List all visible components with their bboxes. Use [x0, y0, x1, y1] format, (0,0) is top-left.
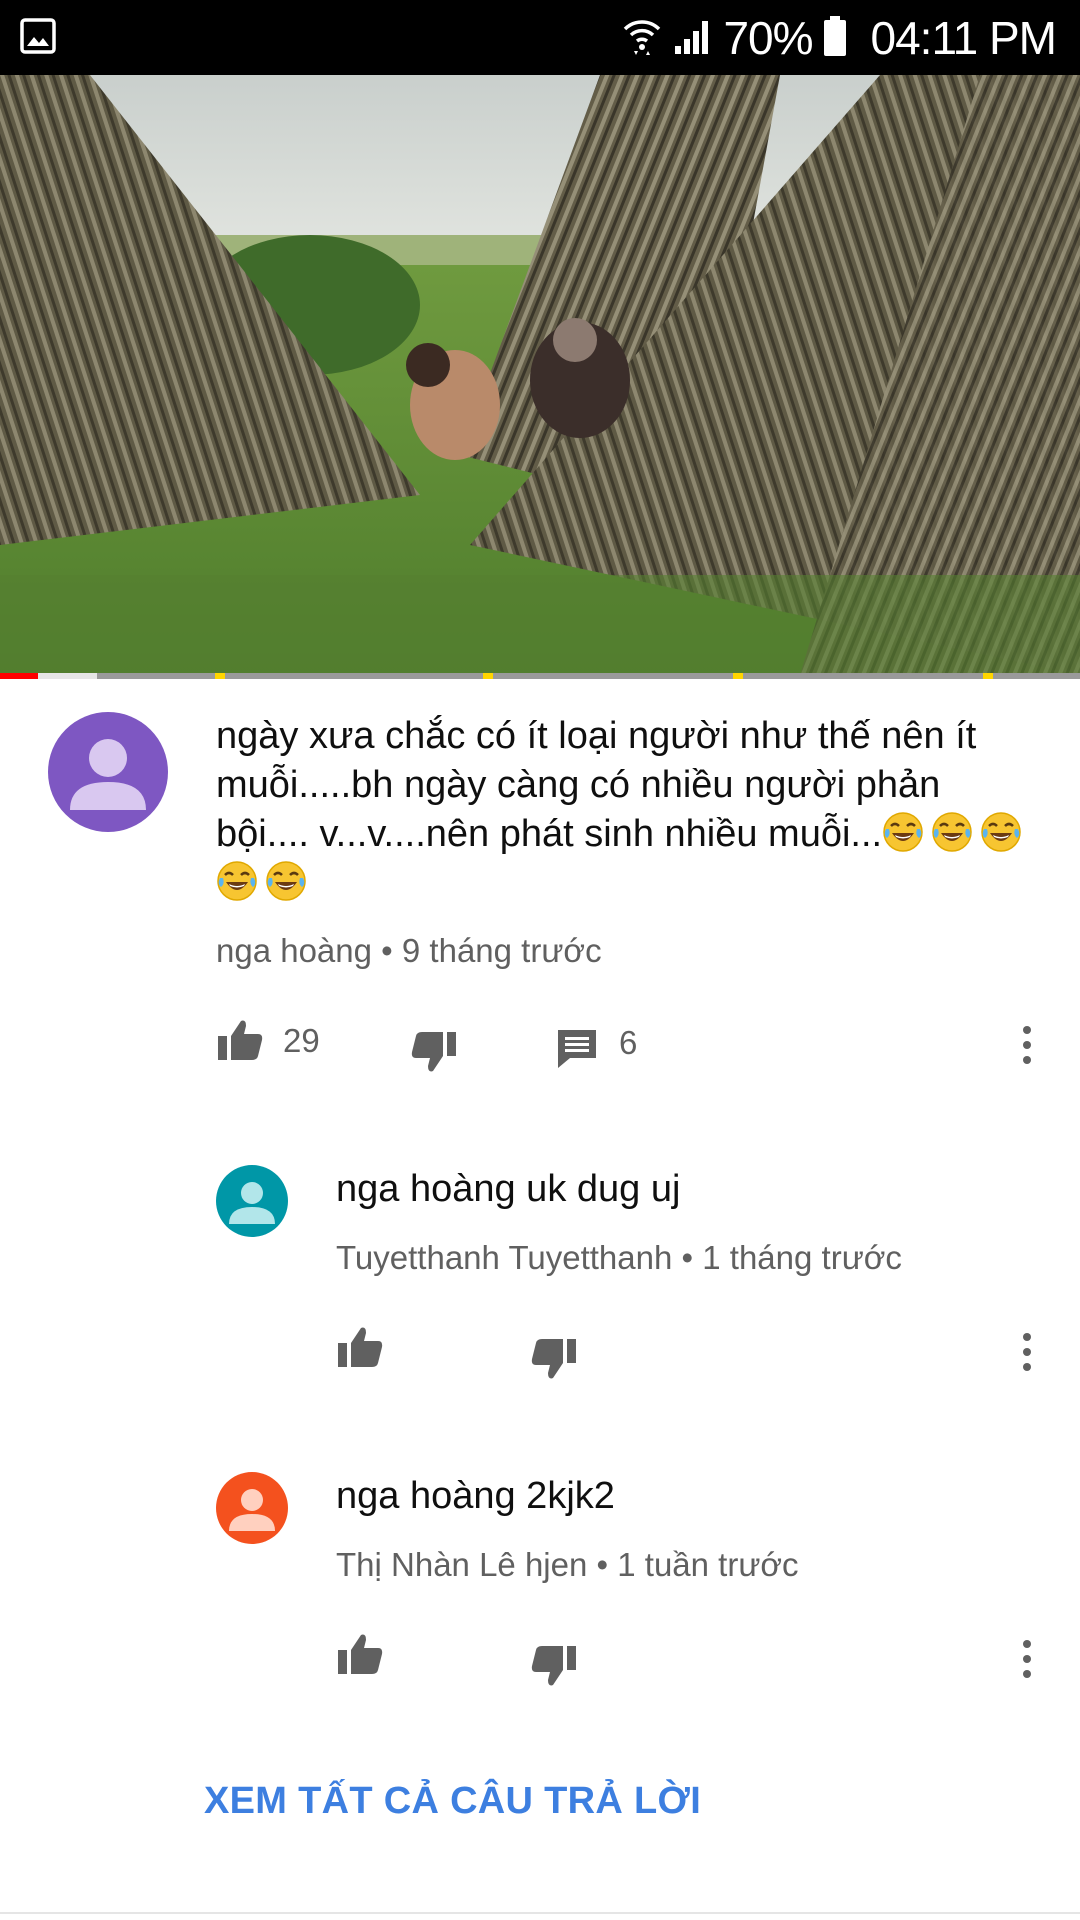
reply-author[interactable]: Thị Nhàn Lê hjen: [336, 1546, 587, 1583]
avatar[interactable]: [48, 712, 168, 832]
separator: •: [681, 1239, 694, 1276]
thumbs-down-icon: [531, 1646, 576, 1686]
gallery-icon: [20, 17, 56, 60]
ad-marker: [215, 673, 225, 679]
divider: [0, 1912, 1080, 1914]
dislike-button[interactable]: [530, 1337, 578, 1381]
status-bar: 70% 04:11 PM: [0, 0, 1080, 75]
thumbs-down-icon: [411, 1032, 456, 1072]
thumbs-up-icon: [338, 1634, 383, 1674]
see-all-replies-link[interactable]: XEM TẤT CẢ CÂU TRẢ LỜI: [204, 1780, 701, 1823]
face-with-tears-of-joy-icon: [217, 861, 257, 901]
video-frame: [0, 75, 1080, 677]
face-with-tears-of-joy-icon: [266, 861, 306, 901]
comment-icon: [558, 1030, 596, 1068]
face-with-tears-of-joy-icon: [981, 812, 1021, 852]
avatar[interactable]: [216, 1165, 288, 1237]
comment-meta: nga hoàng • 9 tháng trước: [216, 932, 602, 970]
like-count: 29: [283, 1022, 320, 1059]
clock: 04:11 PM: [870, 12, 1057, 64]
face-with-tears-of-joy-icon: [932, 812, 972, 852]
separator: •: [596, 1546, 609, 1583]
battery-icon: [823, 15, 847, 62]
reply-button[interactable]: [556, 1028, 598, 1070]
more-options-icon[interactable]: [1012, 1327, 1042, 1377]
ad-marker: [483, 673, 493, 679]
more-options-icon[interactable]: [1012, 1020, 1042, 1070]
thumbs-up-icon: [338, 1327, 383, 1367]
like-button[interactable]: [336, 1325, 384, 1369]
battery-percent: 70%: [723, 12, 813, 64]
reply-meta: Thị Nhàn Lê hjen • 1 tuần trước: [336, 1546, 799, 1584]
like-button[interactable]: [336, 1632, 384, 1676]
face-with-tears-of-joy-icon: [883, 812, 923, 852]
reply-meta: Tuyetthanh Tuyetthanh • 1 tháng trước: [336, 1239, 902, 1277]
progress-played: [0, 673, 38, 679]
ad-marker: [733, 673, 743, 679]
video-player[interactable]: [0, 75, 1080, 677]
like-button[interactable]: [216, 1018, 264, 1062]
reply-text: nga hoàng uk dug uj: [336, 1168, 681, 1210]
dislike-button[interactable]: [410, 1030, 458, 1074]
comment-time: 9 tháng trước: [401, 932, 602, 969]
reply-count: 6: [619, 1024, 638, 1061]
thumbs-up-icon: [218, 1020, 263, 1060]
separator: •: [381, 932, 393, 969]
reply-time: 1 tháng trước: [702, 1239, 902, 1276]
more-options-icon[interactable]: [1012, 1634, 1042, 1684]
comment-text: ngày xưa chắc có ít loại người như thế n…: [216, 712, 1036, 908]
reply-author[interactable]: Tuyetthanh Tuyetthanh: [336, 1239, 672, 1276]
wifi-icon: [621, 16, 663, 61]
dislike-button[interactable]: [530, 1644, 578, 1688]
reply-time: 1 tuần trước: [617, 1546, 799, 1583]
thumbs-down-icon: [531, 1339, 576, 1379]
avatar[interactable]: [216, 1472, 288, 1544]
comment-author[interactable]: nga hoàng: [216, 932, 372, 969]
ad-marker: [983, 673, 993, 679]
comment-body: ngày xưa chắc có ít loại người như thế n…: [216, 715, 977, 855]
reply-text: nga hoàng 2kjk2: [336, 1475, 615, 1517]
progress-bar[interactable]: [0, 673, 1080, 679]
signal-icon: [673, 16, 713, 61]
